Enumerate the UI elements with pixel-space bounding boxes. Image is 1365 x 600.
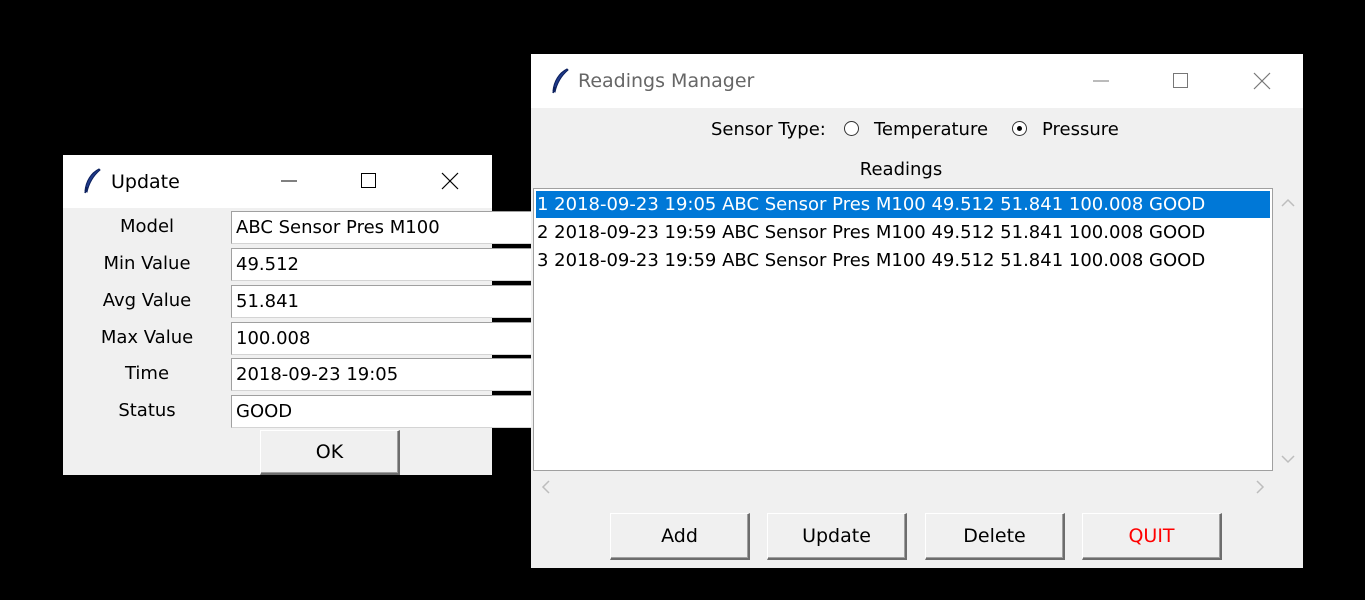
readings-listbox[interactable]: 1 2018-09-23 19:05 ABC Sensor Pres M100 …: [533, 188, 1273, 471]
radio-pressure[interactable]: [1012, 121, 1027, 136]
min-value-field[interactable]: [231, 248, 553, 281]
maximize-icon: [361, 173, 376, 188]
maximize-button[interactable]: [346, 163, 392, 199]
window-title: Update: [111, 171, 180, 193]
time-label: Time: [124, 363, 170, 384]
update-window: Update Model Min Value Avg Value Max Val…: [63, 155, 553, 475]
model-label: Model: [119, 216, 175, 237]
radio-selected-dot: [1017, 126, 1022, 131]
close-icon: [441, 172, 459, 190]
min-value-label: Min Value: [103, 253, 191, 274]
avg-value-field[interactable]: [231, 285, 553, 318]
temperature-option-label[interactable]: Temperature: [874, 119, 988, 140]
scroll-up-icon[interactable]: [1281, 198, 1295, 208]
manager-titlebar[interactable]: Readings Manager: [531, 54, 1303, 108]
max-value-label: Max Value: [100, 327, 194, 348]
model-field[interactable]: [231, 211, 553, 244]
feather-icon: [549, 67, 571, 100]
quit-button[interactable]: QUIT: [1082, 513, 1222, 560]
delete-button[interactable]: Delete: [925, 513, 1065, 560]
pressure-option-label[interactable]: Pressure: [1042, 119, 1119, 140]
readings-manager-window: Readings Manager Sensor Type: Temperatur…: [531, 54, 1303, 568]
readings-label: Readings: [859, 159, 943, 180]
close-button[interactable]: [1239, 63, 1285, 99]
minimize-button[interactable]: [1078, 63, 1124, 99]
minimize-button[interactable]: [266, 163, 312, 199]
minimize-icon: [281, 180, 297, 182]
window-title: Readings Manager: [578, 70, 755, 92]
time-field[interactable]: [231, 358, 553, 391]
radio-temperature[interactable]: [844, 121, 859, 136]
status-label: Status: [118, 400, 176, 421]
update-button[interactable]: Update: [767, 513, 907, 560]
add-button[interactable]: Add: [610, 513, 750, 560]
sensor-type-label: Sensor Type:: [711, 119, 826, 140]
ok-button[interactable]: OK: [260, 430, 400, 475]
max-value-field[interactable]: [231, 322, 553, 355]
feather-icon: [81, 167, 103, 200]
list-item[interactable]: 3 2018-09-23 19:59 ABC Sensor Pres M100 …: [536, 247, 1270, 274]
maximize-button[interactable]: [1158, 63, 1204, 99]
scroll-down-icon[interactable]: [1281, 454, 1295, 464]
list-item[interactable]: 1 2018-09-23 19:05 ABC Sensor Pres M100 …: [536, 191, 1270, 218]
minimize-icon: [1093, 80, 1109, 82]
scroll-right-icon[interactable]: [1255, 480, 1265, 494]
status-field[interactable]: [231, 395, 553, 428]
close-button[interactable]: [427, 163, 473, 199]
maximize-icon: [1173, 73, 1188, 88]
horizontal-scrollbar[interactable]: [533, 474, 1273, 500]
close-icon: [1253, 72, 1271, 90]
avg-value-label: Avg Value: [102, 290, 192, 311]
scroll-left-icon[interactable]: [541, 480, 551, 494]
list-item[interactable]: 2 2018-09-23 19:59 ABC Sensor Pres M100 …: [536, 219, 1270, 246]
vertical-scrollbar[interactable]: [1275, 188, 1301, 471]
update-titlebar[interactable]: Update: [63, 155, 492, 208]
